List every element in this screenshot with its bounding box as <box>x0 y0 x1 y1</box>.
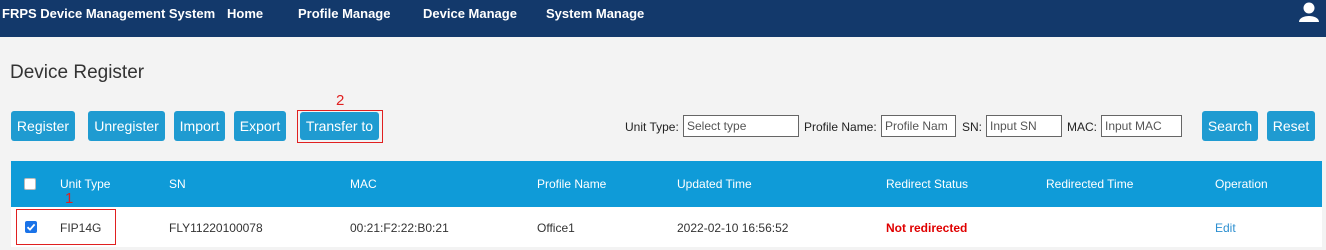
mac-label: MAC: <box>1067 120 1097 134</box>
page-title: Device Register <box>10 62 145 83</box>
user-icon[interactable] <box>1298 1 1320 23</box>
table-row[interactable]: FIP14G FLY11220100078 00:21:F2:22:B0:21 … <box>11 207 1322 247</box>
nav-home[interactable]: Home <box>227 6 263 21</box>
sn-input[interactable] <box>986 115 1062 137</box>
table-header: Unit Type SN MAC Profile Name Updated Ti… <box>11 161 1322 207</box>
top-nav-bar: FRPS Device Management System Home Profi… <box>0 0 1326 37</box>
unit-type-select[interactable] <box>683 115 799 137</box>
unregister-button[interactable]: Unregister <box>88 111 165 141</box>
register-button[interactable]: Register <box>11 111 75 141</box>
nav-profile-manage[interactable]: Profile Manage <box>298 6 390 21</box>
profile-name-input[interactable] <box>881 115 956 137</box>
app-brand: FRPS Device Management System <box>2 6 216 21</box>
column-header-operation: Operation <box>1215 177 1268 191</box>
cell-updated-time: 2022-02-10 16:56:52 <box>677 221 789 235</box>
unit-type-label: Unit Type: <box>625 120 679 134</box>
column-header-mac[interactable]: MAC <box>350 177 377 191</box>
nav-system-manage[interactable]: System Manage <box>546 6 644 21</box>
export-button[interactable]: Export <box>234 111 286 141</box>
column-header-unit-type[interactable]: Unit Type <box>60 177 110 191</box>
annotation-number-2: 2 <box>336 92 345 109</box>
sn-label: SN: <box>962 120 983 134</box>
mac-input[interactable] <box>1101 115 1182 137</box>
annotation-box-1 <box>16 209 116 245</box>
edit-link[interactable]: Edit <box>1215 221 1236 235</box>
select-all-checkbox[interactable] <box>24 178 36 190</box>
column-header-redirected-time[interactable]: Redirected Time <box>1046 177 1133 191</box>
column-header-redirect-status[interactable]: Redirect Status <box>886 177 968 191</box>
reset-button[interactable]: Reset <box>1267 111 1315 141</box>
import-button[interactable]: Import <box>174 111 225 141</box>
cell-sn: FLY11220100078 <box>169 221 263 235</box>
cell-mac: 00:21:F2:22:B0:21 <box>350 221 449 235</box>
profile-name-label: Profile Name: <box>804 120 877 134</box>
cell-profile-name: Office1 <box>537 221 575 235</box>
annotation-box-2 <box>297 110 383 143</box>
column-header-sn[interactable]: SN <box>169 177 186 191</box>
column-header-profile-name[interactable]: Profile Name <box>537 177 606 191</box>
annotation-number-1: 1 <box>65 190 74 207</box>
nav-device-manage[interactable]: Device Manage <box>423 6 517 21</box>
cell-redirect-status: Not redirected <box>886 221 968 235</box>
search-button[interactable]: Search <box>1202 111 1258 141</box>
column-header-updated-time[interactable]: Updated Time <box>677 177 752 191</box>
